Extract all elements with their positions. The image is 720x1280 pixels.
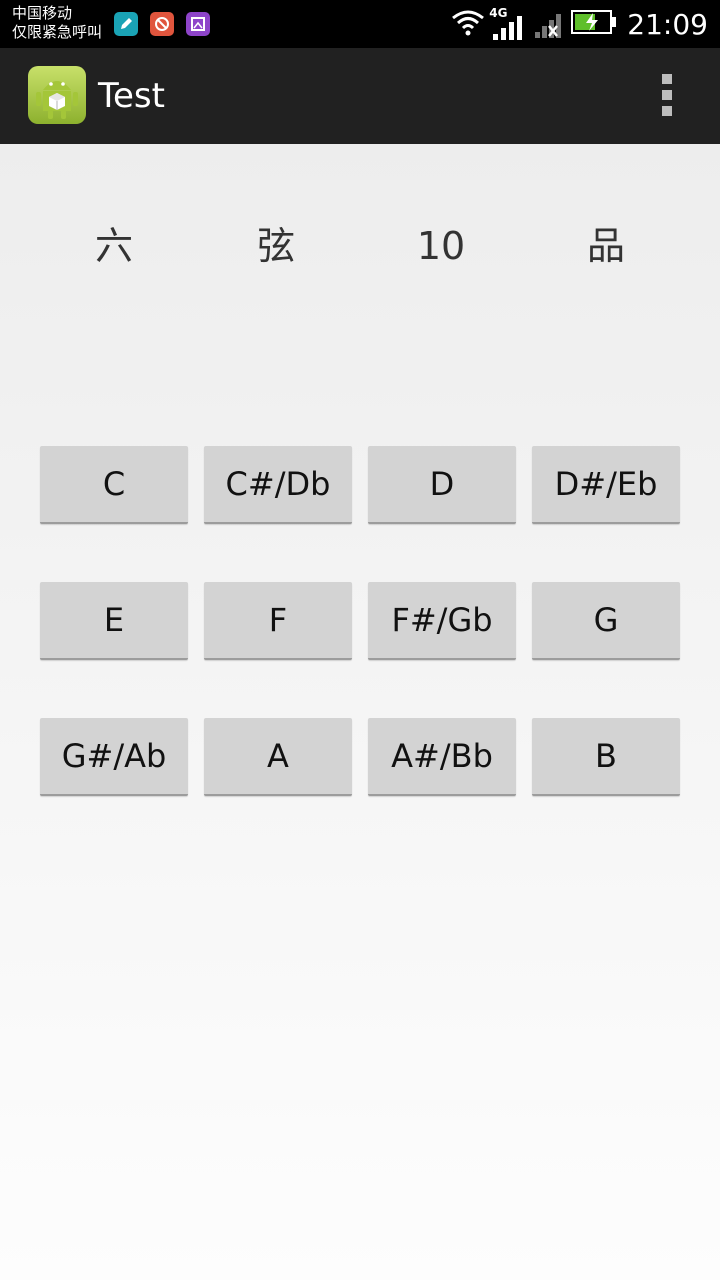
signal-4g-icon: 4G — [489, 6, 527, 42]
carrier-info: 中国移动 仅限紧急呼叫 — [12, 4, 102, 42]
wifi-icon — [451, 8, 485, 40]
string-fret-display: 六 弦 10 品 — [0, 216, 720, 276]
note-button-a[interactable]: A — [204, 718, 352, 796]
note-button-g[interactable]: G — [532, 582, 680, 660]
clock: 21:09 — [627, 7, 708, 41]
image-icon — [186, 12, 210, 36]
edit-icon — [114, 12, 138, 36]
string-label: 弦 — [256, 224, 295, 268]
note-button-d-sharp[interactable]: D#/Eb — [532, 446, 680, 524]
signal-no-service-icon — [533, 4, 565, 44]
note-button-g-sharp[interactable]: G#/Ab — [40, 718, 188, 796]
note-button-e[interactable]: E — [40, 582, 188, 660]
note-button-d[interactable]: D — [368, 446, 516, 524]
note-button-c-sharp[interactable]: C#/Db — [204, 446, 352, 524]
tool-icon — [150, 12, 174, 36]
carrier-status: 仅限紧急呼叫 — [12, 23, 103, 41]
status-bar: 中国移动 仅限紧急呼叫 4G 21:09 — [0, 0, 720, 48]
note-button-f[interactable]: F — [204, 582, 352, 660]
status-indicators: 4G 21:09 — [451, 0, 708, 48]
android-app-icon[interactable] — [28, 66, 86, 124]
string-number-label: 六 — [94, 224, 133, 268]
fret-number: 10 — [416, 224, 466, 268]
fret-label: 品 — [586, 224, 625, 268]
more-vert-icon[interactable] — [660, 74, 674, 118]
note-button-c[interactable]: C — [40, 446, 188, 524]
carrier-name: 中国移动 — [12, 4, 73, 22]
note-button-f-sharp[interactable]: F#/Gb — [368, 582, 516, 660]
battery-charging-icon — [571, 9, 617, 39]
note-button-b[interactable]: B — [532, 718, 680, 796]
app-title: Test — [98, 76, 165, 116]
action-bar: Test — [0, 48, 720, 144]
note-button-a-sharp[interactable]: A#/Bb — [368, 718, 516, 796]
